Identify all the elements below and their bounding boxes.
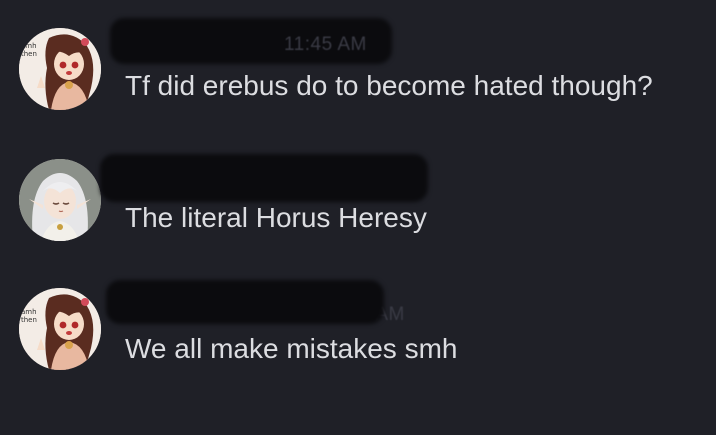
message-timestamp: 11:45 AM xyxy=(284,34,367,55)
svg-text:amh: amh xyxy=(21,308,37,316)
anime-girl-brown-hair-avatar: amh then xyxy=(19,28,101,110)
message-text: The literal Horus Heresy xyxy=(125,202,427,233)
chat-message: amh then We all make mistakes smh xyxy=(0,272,716,392)
chat-log: amh then 11:45 AM Tf did erebus do to be… xyxy=(0,0,716,435)
svg-text:amh: amh xyxy=(21,42,37,50)
user-avatar[interactable]: amh then xyxy=(19,28,101,110)
message-text: We all make mistakes smh xyxy=(125,333,458,364)
chat-message: 11:45 AM The literal Horus Heresy xyxy=(0,140,716,325)
message-text: Tf did erebus do to become hated though? xyxy=(125,70,653,101)
user-avatar[interactable]: amh then xyxy=(19,288,101,370)
svg-text:then: then xyxy=(21,316,37,324)
chat-message: amh then 11:45 AM Tf did erebus do to be… xyxy=(0,0,716,120)
redacted-username xyxy=(106,280,384,324)
anime-girl-brown-hair-avatar: amh then xyxy=(19,288,101,370)
anime-girl-white-hair-avatar xyxy=(19,159,101,241)
user-avatar[interactable] xyxy=(19,159,101,241)
svg-text:then: then xyxy=(21,50,37,58)
redacted-username xyxy=(100,154,428,202)
